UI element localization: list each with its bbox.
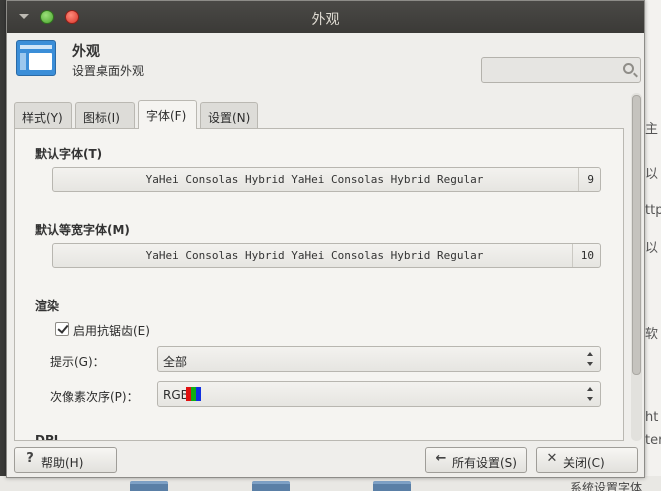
tab-settings[interactable]: 设置(N) <box>200 102 258 128</box>
monospace-font-label: 默认等宽字体(M) <box>35 223 130 237</box>
header-title: 外观 <box>72 44 100 60</box>
folder-icon[interactable] <box>373 481 411 491</box>
appearance-dialog: 外观 外观 设置桌面外观 样式(Y) 图标(I) 字体(F) 设置(N) 默认字… <box>6 0 645 478</box>
arrow-left-icon: ← <box>435 451 447 466</box>
default-font-name: YaHei Consolas Hybrid YaHei Consolas Hyb… <box>145 173 484 186</box>
scrollbar-thumb[interactable] <box>632 95 641 375</box>
monospace-font-button[interactable]: YaHei Consolas Hybrid YaHei Consolas Hyb… <box>52 243 601 268</box>
header-subtitle: 设置桌面外观 <box>72 64 145 78</box>
render-section-label: 渲染 <box>35 299 60 313</box>
monospace-font-name: YaHei Consolas Hybrid YaHei Consolas Hyb… <box>145 249 484 262</box>
antialias-label[interactable]: 启用抗锯齿(E) <box>73 322 150 339</box>
select-arrows-icon <box>587 352 594 366</box>
window-title: 外观 <box>311 12 340 28</box>
subpixel-label: 次像素次序(P)： <box>50 390 139 404</box>
default-font-size: 9 <box>578 168 600 191</box>
folder-icon[interactable] <box>252 481 290 491</box>
background-bottom-strip <box>0 476 661 491</box>
search-icon <box>623 63 634 74</box>
close-button[interactable]: ✕ 关闭(C) <box>536 447 638 473</box>
hint-label: 提示(G)： <box>50 355 105 369</box>
folder-icon[interactable] <box>130 481 168 491</box>
background-bottom-text: 系统设置字体 <box>570 481 643 491</box>
hint-value: 全部 <box>163 355 188 369</box>
monospace-font-size: 10 <box>571 244 600 267</box>
help-icon: ? <box>26 451 34 466</box>
subpixel-select[interactable]: RGB <box>157 381 601 407</box>
default-font-button[interactable]: YaHei Consolas Hybrid YaHei Consolas Hyb… <box>52 167 601 192</box>
background-text: 以 <box>645 241 659 256</box>
background-text: 软 <box>645 327 659 342</box>
background-text: ttp <box>645 203 661 218</box>
dpi-section-label: DPI <box>35 433 59 441</box>
all-settings-button-label: 所有设置(S) <box>452 456 517 470</box>
scrollbar[interactable] <box>631 93 642 441</box>
tab-icons[interactable]: 图标(I) <box>75 102 135 128</box>
default-font-label: 默认字体(T) <box>35 147 103 161</box>
help-button[interactable]: ? 帮助(H) <box>14 447 117 473</box>
background-text: 主 <box>645 122 659 137</box>
search-input[interactable] <box>481 57 641 83</box>
fonts-panel: 默认字体(T) YaHei Consolas Hybrid YaHei Cons… <box>14 128 624 441</box>
tab-style[interactable]: 样式(Y) <box>14 102 72 128</box>
appearance-app-icon <box>16 40 56 76</box>
dialog-header: 外观 设置桌面外观 <box>7 33 644 91</box>
select-arrows-icon <box>587 387 594 401</box>
hint-select[interactable]: 全部 <box>157 346 601 372</box>
help-button-label: 帮助(H) <box>41 456 84 470</box>
close-button-label: 关闭(C) <box>563 456 605 470</box>
all-settings-button[interactable]: ← 所有设置(S) <box>425 447 527 473</box>
subpixel-value: RGB <box>163 388 189 402</box>
background-text: ter <box>645 433 661 448</box>
rgb-order-icon <box>186 387 201 401</box>
background-text: ht <box>645 410 659 425</box>
title-bar[interactable]: 外观 <box>7 1 644 33</box>
antialias-checkbox[interactable] <box>55 322 69 336</box>
close-icon: ✕ <box>546 451 558 466</box>
tab-fonts[interactable]: 字体(F) <box>138 100 197 129</box>
background-text: 以 <box>645 167 659 182</box>
